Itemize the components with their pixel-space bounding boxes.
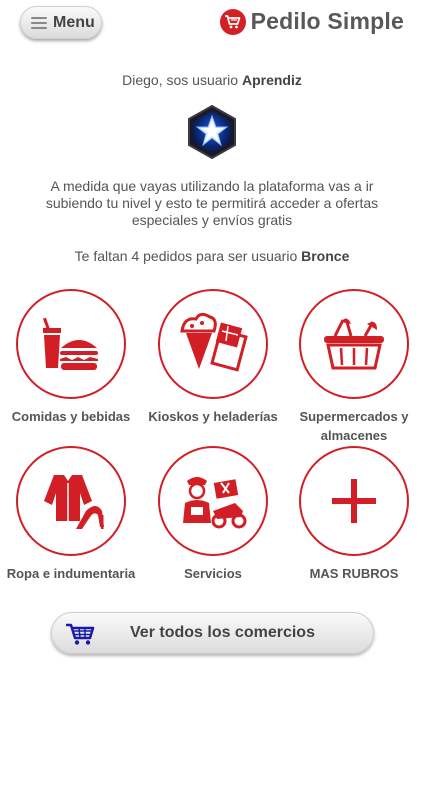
category-circle[interactable] <box>16 446 126 556</box>
category-label: Ropa e indumentaria <box>6 566 136 581</box>
category-circle[interactable] <box>299 289 409 399</box>
category-servicios[interactable]: Servicios <box>143 446 283 583</box>
orders-remaining: Te faltan 4 pedidos para ser usuario Bro… <box>0 248 424 264</box>
next-level: Bronce <box>301 248 350 264</box>
category-label: Servicios <box>184 566 242 581</box>
category-circle[interactable] <box>158 289 268 399</box>
app-header: Menu Pedilo Simple <box>0 0 424 48</box>
user-level: Aprendiz <box>241 72 302 88</box>
star-badge-icon <box>186 104 238 160</box>
greeting-text: Diego, sos usuario <box>122 72 242 88</box>
icecream-chocolate-icon <box>180 312 248 372</box>
category-label: Comidas y bebidas <box>11 409 131 424</box>
category-mas-rubros[interactable]: MAS RUBROS <box>284 446 424 583</box>
menu-label: Menu <box>53 13 95 31</box>
clothing-icon <box>44 475 104 529</box>
delivery-service-icon <box>183 477 247 529</box>
remaining-text: Te faltan 4 pedidos para ser usuario <box>74 248 302 264</box>
category-label: MAS RUBROS <box>309 566 399 581</box>
menu-button[interactable]: Menu <box>20 6 102 39</box>
food-drink-icon <box>43 317 98 370</box>
hamburger-icon <box>31 16 47 29</box>
cart-icon <box>66 623 95 645</box>
category-kioskos-y-heladerias[interactable]: Kioskos y heladerías <box>143 289 283 426</box>
level-info-text: A medida que vayas utilizando la platafo… <box>45 178 379 228</box>
category-circle[interactable] <box>16 289 126 399</box>
brand-name: Pedilo Simple <box>250 8 404 34</box>
category-label: Supermercados y almacenes <box>299 409 409 443</box>
category-circle[interactable] <box>299 446 409 556</box>
brand-cart-icon <box>219 8 246 35</box>
view-all-stores-button[interactable]: Ver todos los comercios <box>51 612 374 654</box>
brand: Pedilo Simple <box>219 8 404 35</box>
view-all-label: Ver todos los comercios <box>130 624 315 641</box>
category-ropa[interactable]: Ropa e indumentaria <box>1 446 141 583</box>
category-comidas-y-bebidas[interactable]: Comidas y bebidas <box>1 289 141 426</box>
user-greeting: Diego, sos usuario Aprendiz <box>0 72 424 88</box>
category-supermercados[interactable]: Supermercados y almacenes <box>284 289 424 445</box>
grocery-basket-icon <box>324 318 384 370</box>
category-label: Kioskos y heladerías <box>148 409 278 424</box>
category-circle[interactable] <box>158 446 268 556</box>
plus-icon <box>332 479 376 523</box>
